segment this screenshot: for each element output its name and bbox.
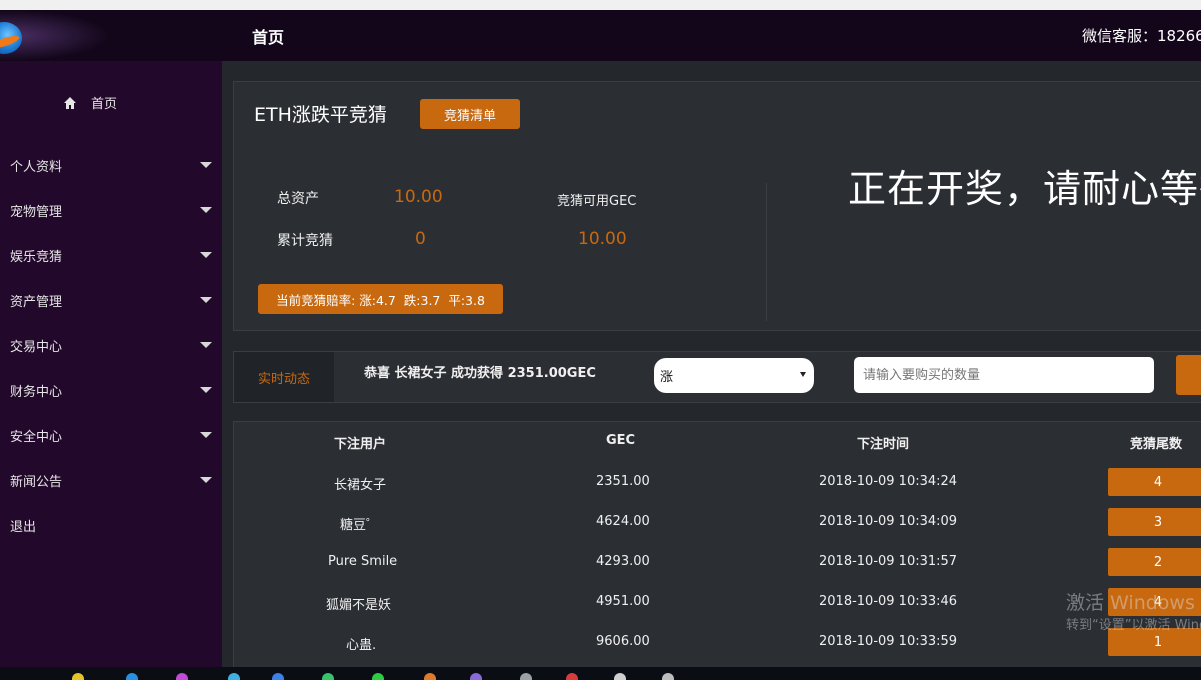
- cell-gec: 4624.00: [596, 514, 650, 529]
- table-header-time: 下注时间: [857, 437, 910, 452]
- caret-down-icon: [200, 297, 212, 303]
- cell-user: 狐媚不是妖: [326, 598, 392, 613]
- sidebar-item-trade[interactable]: 交易中心: [0, 323, 222, 368]
- table-header-gec: GEC: [606, 433, 636, 448]
- sidebar-item-label: 个人资料: [10, 160, 63, 175]
- caret-down-icon: [200, 477, 212, 483]
- taskbar-app-icon[interactable]: [72, 673, 84, 680]
- total-assets-value: 10.00: [394, 187, 443, 207]
- cell-time: 2018-10-09 10:34:09: [819, 514, 958, 529]
- bet-table: [233, 421, 1201, 680]
- caret-down-icon: [200, 387, 212, 393]
- total-assets-label: 总资产: [277, 191, 319, 207]
- taskbar-app-icon[interactable]: [372, 673, 384, 680]
- taskbar-app-icon[interactable]: [424, 673, 436, 680]
- windows-activation-title: 激活 Windows: [1066, 592, 1195, 614]
- available-gec-value: 10.00: [578, 229, 627, 249]
- available-gec-label: 竞猜可用GEC: [557, 194, 637, 209]
- taskbar-app-icon[interactable]: [126, 673, 138, 680]
- top-header: 首页 微信客服：18266: [0, 10, 1201, 61]
- sidebar-item-label: 安全中心: [10, 430, 63, 445]
- odds-badge: 当前竞猜赔率: 涨:4.7 跌:3.7 平:3.8: [258, 284, 503, 314]
- cell-time: 2018-10-09 10:34:24: [819, 474, 958, 489]
- caret-down-icon: [200, 432, 212, 438]
- cell-gec: 9606.00: [596, 634, 650, 649]
- chevron-down-icon: [800, 372, 806, 377]
- cell-user: 糖豆゜: [340, 518, 380, 533]
- cell-user: 心蛊.: [346, 638, 377, 653]
- browser-top-strip: [0, 0, 1201, 10]
- sidebar-item-home[interactable]: 首页: [63, 93, 117, 112]
- taskbar: [0, 667, 1201, 680]
- sidebar-item-label: 退出: [10, 520, 37, 535]
- caret-down-icon: [200, 342, 212, 348]
- taskbar-app-icon[interactable]: [662, 673, 674, 680]
- sidebar-item-entertainment[interactable]: 娱乐竞猜: [0, 233, 222, 278]
- sidebar-item-security[interactable]: 安全中心: [0, 413, 222, 458]
- sidebar-item-label: 财务中心: [10, 385, 63, 400]
- taskbar-app-icon[interactable]: [566, 673, 578, 680]
- direction-select[interactable]: 涨: [654, 358, 814, 393]
- caret-down-icon: [200, 252, 212, 258]
- sidebar-item-label: 娱乐竞猜: [10, 250, 63, 265]
- home-icon: [64, 96, 76, 109]
- sidebar-item-profile[interactable]: 个人资料: [0, 143, 222, 188]
- windows-activation-hint: 转到“设置”以激活 Windows。: [1066, 618, 1201, 633]
- quantity-input[interactable]: [854, 357, 1154, 393]
- cell-gec: 4293.00: [596, 554, 650, 569]
- wechat-service-text: 微信客服：18266: [1082, 27, 1201, 45]
- cell-time: 2018-10-09 10:31:57: [819, 554, 958, 569]
- caret-down-icon: [200, 207, 212, 213]
- sidebar-home-label: 首页: [91, 97, 118, 112]
- sidebar-item-label: 交易中心: [10, 340, 63, 355]
- cell-user: Pure Smile: [328, 554, 398, 569]
- sidebar-item-finance[interactable]: 财务中心: [0, 368, 222, 413]
- taskbar-app-icon[interactable]: [272, 673, 284, 680]
- live-feed-message: 恭喜 长裙女子 成功获得 2351.00GEC: [364, 366, 596, 381]
- cell-time: 2018-10-09 10:33:59: [819, 634, 958, 649]
- taskbar-app-icon[interactable]: [322, 673, 334, 680]
- submit-bet-button[interactable]: [1176, 355, 1201, 395]
- game-title: ETH涨跌平竞猜: [254, 104, 387, 126]
- cell-gec: 2351.00: [596, 474, 650, 489]
- live-feed-label: 实时动态: [234, 352, 334, 402]
- caret-down-icon: [200, 162, 212, 168]
- taskbar-app-icon[interactable]: [520, 673, 532, 680]
- sidebar-item-news[interactable]: 新闻公告: [0, 458, 222, 503]
- taskbar-app-icon[interactable]: [228, 673, 240, 680]
- sidebar-item-assets[interactable]: 资产管理: [0, 278, 222, 323]
- draw-status-message: 正在开奖，请耐心等待: [848, 167, 1201, 211]
- table-header-tail: 竞猜尾数: [1130, 437, 1183, 452]
- panel-divider: [766, 183, 767, 321]
- cell-tail-badge: 4: [1108, 468, 1201, 496]
- sidebar-item-label: 新闻公告: [10, 475, 63, 490]
- sidebar: 首页 个人资料 宠物管理 娱乐竞猜 资产管理 交易中心 财务中心 安全中心 新闻…: [0, 61, 222, 680]
- cell-user: 长裙女子: [334, 478, 387, 493]
- taskbar-app-icon[interactable]: [614, 673, 626, 680]
- bet-list-button[interactable]: 竞猜清单: [420, 99, 520, 129]
- cumulative-label: 累计竞猜: [277, 233, 333, 249]
- sidebar-item-label: 资产管理: [10, 295, 63, 310]
- page-title: 首页: [252, 28, 285, 47]
- cell-tail-badge: 3: [1108, 508, 1201, 536]
- table-header-user: 下注用户: [334, 437, 387, 452]
- cell-tail-badge: 2: [1108, 548, 1201, 576]
- sidebar-item-pets[interactable]: 宠物管理: [0, 188, 222, 233]
- cell-time: 2018-10-09 10:33:46: [819, 594, 958, 609]
- cumulative-value: 0: [415, 229, 426, 249]
- sidebar-item-label: 宠物管理: [10, 205, 63, 220]
- taskbar-app-icon[interactable]: [176, 673, 188, 680]
- direction-select-value: 涨: [660, 370, 674, 385]
- cell-gec: 4951.00: [596, 594, 650, 609]
- taskbar-app-icon[interactable]: [470, 673, 482, 680]
- sidebar-item-logout[interactable]: 退出: [0, 503, 222, 548]
